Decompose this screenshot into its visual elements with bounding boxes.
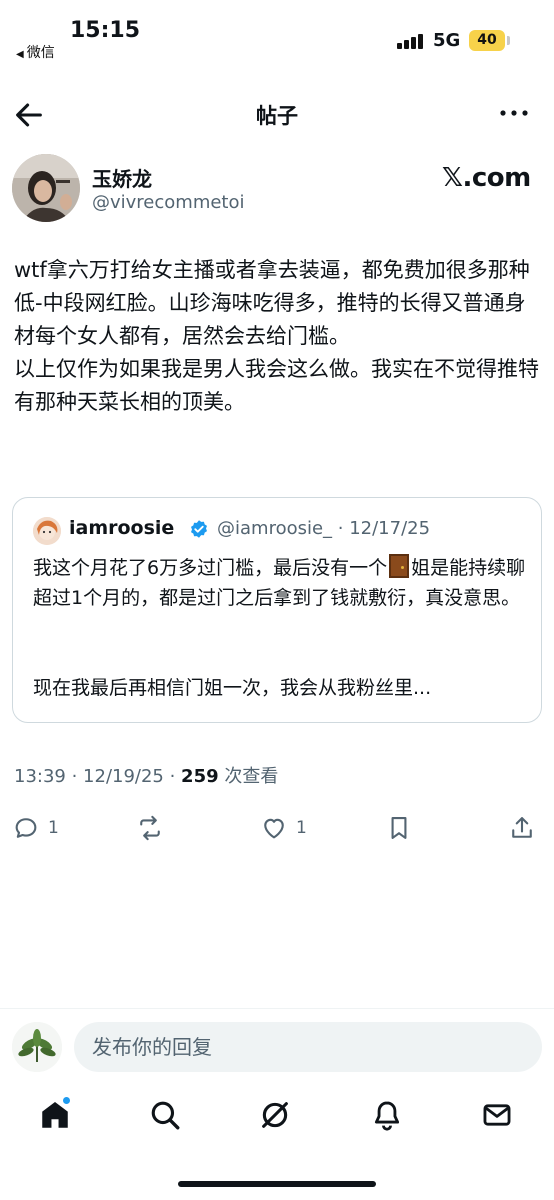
author-handle[interactable]: @vivrecommetoi xyxy=(92,192,245,213)
cellular-signal-icon xyxy=(397,33,425,49)
reply-icon xyxy=(15,818,37,838)
like-count: 1 xyxy=(296,818,307,838)
quote-author-avatar xyxy=(33,517,61,545)
battery-icon: 40 xyxy=(469,30,505,51)
quote-text: 我这个月花了6万多过门槛，最后没有一个 姐是能持续聊超过1个月的，都是过门之后拿到… xyxy=(33,553,533,613)
repost-button[interactable] xyxy=(136,808,164,848)
home-unread-dot xyxy=(62,1096,71,1105)
battery-tip xyxy=(507,36,510,45)
quote-author-name: iamroosie xyxy=(69,517,175,539)
top-navigation: 帖子 xyxy=(0,90,554,138)
quoted-post-card[interactable]: iamroosie @iamroosie_ · 12/17/25 我这个月花了6… xyxy=(12,497,542,723)
heart-icon xyxy=(264,818,284,839)
repost-icon xyxy=(140,815,160,841)
x-com-logo: 𝕏.com xyxy=(442,163,531,193)
author-avatar[interactable] xyxy=(12,154,80,222)
home-indicator xyxy=(178,1181,376,1187)
status-time: 15:15 xyxy=(70,18,141,43)
page-title: 帖子 xyxy=(256,104,298,128)
post-text: wtf拿六万打给女主播或者拿去装逼，都免费加很多那种低-中段网红脸。山珍海味吃得… xyxy=(14,258,539,414)
notifications-icon[interactable] xyxy=(370,1098,406,1134)
composer-divider xyxy=(0,1008,554,1009)
back-triangle-icon: ◀ xyxy=(16,49,24,60)
bookmark-button[interactable] xyxy=(385,808,413,848)
post-actions: 1 1 xyxy=(0,808,554,848)
quote-text-truncated: 现在我最后再相信门姐一次，我会从我粉丝里... xyxy=(33,677,432,699)
messages-icon[interactable] xyxy=(480,1098,516,1134)
quote-text-part1: 我这个月花了6万多过门槛，最后没有一个 xyxy=(33,557,388,579)
more-horizontal-icon[interactable] xyxy=(496,98,532,128)
post-meta: 13:39 · 12/19/25 · 259 次查看 xyxy=(14,762,278,788)
reply-input[interactable] xyxy=(74,1022,542,1072)
views-count: 259 xyxy=(181,766,219,787)
author-name[interactable]: 玉娇龙 xyxy=(92,163,152,192)
search-icon[interactable] xyxy=(148,1098,184,1134)
grok-icon[interactable] xyxy=(258,1098,294,1134)
door-emoji-icon xyxy=(389,554,410,578)
bottom-tab-bar xyxy=(0,1090,554,1150)
back-to-app-link[interactable]: ◀ 微信 xyxy=(16,42,55,62)
share-button[interactable] xyxy=(508,808,536,848)
like-button[interactable]: 1 xyxy=(260,808,307,848)
status-bar: 15:15 ◀ 微信 5G 40 xyxy=(0,0,554,70)
post-timestamp: 13:39 · 12/19/25 · xyxy=(14,766,182,787)
quote-handle-date: @iamroosie_ · 12/17/25 xyxy=(217,518,431,539)
share-icon xyxy=(512,817,532,838)
back-app-label: 微信 xyxy=(26,45,55,61)
reply-count: 1 xyxy=(48,818,59,838)
views-label: 次查看 xyxy=(218,766,279,787)
bookmark-icon xyxy=(391,817,407,839)
network-type: 5G xyxy=(433,30,461,51)
verified-badge-icon xyxy=(189,519,209,539)
current-user-avatar xyxy=(12,1022,62,1072)
reply-button[interactable]: 1 xyxy=(12,808,59,848)
